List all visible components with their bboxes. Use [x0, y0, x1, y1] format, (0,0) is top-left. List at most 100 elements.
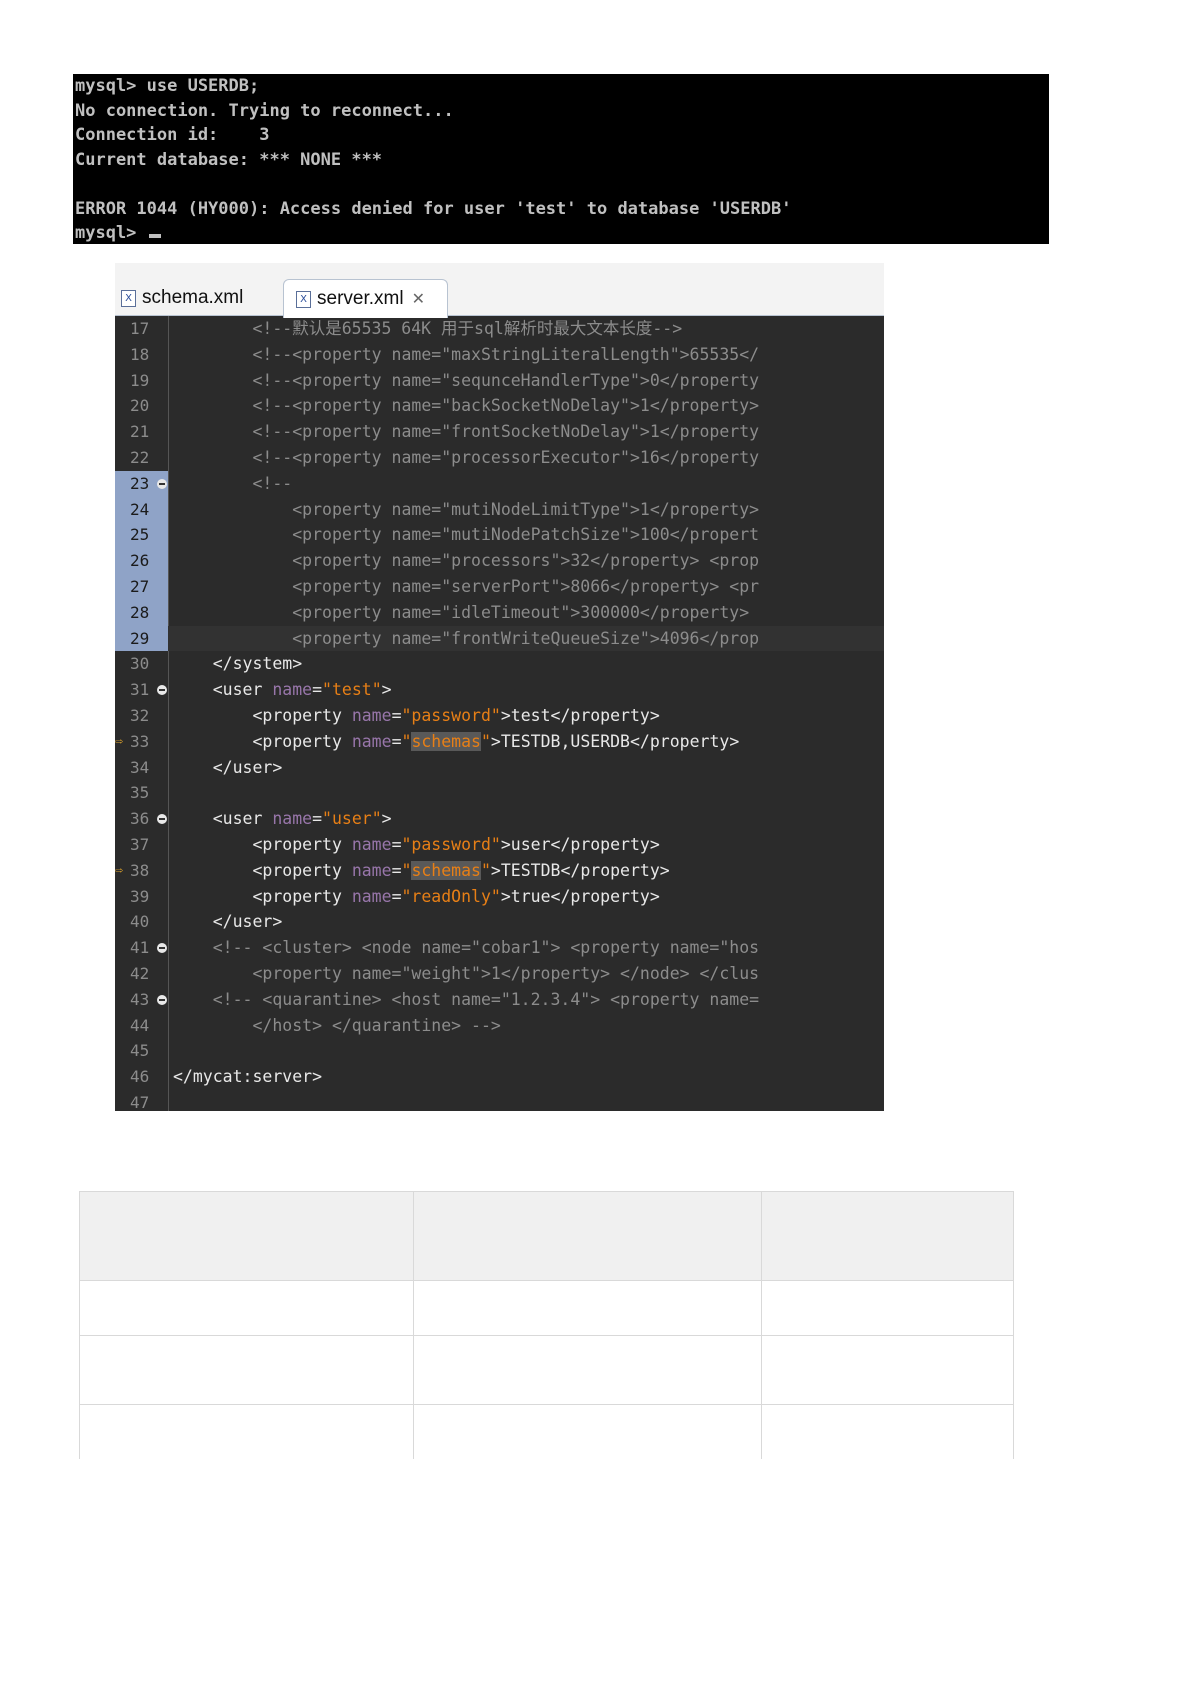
- close-tab-icon[interactable]: ✕: [412, 289, 425, 309]
- code-line[interactable]: 40 </user>: [115, 909, 884, 935]
- line-number: 19: [130, 370, 150, 390]
- table-cell: [761, 1280, 1014, 1336]
- code-token: </system>: [173, 654, 303, 674]
- code-line[interactable]: 26 <property name="processors">32</prope…: [115, 548, 884, 574]
- code-text: <property name="mutiNodeLimitType">1</pr…: [173, 497, 759, 523]
- code-text: <property name="readOnly">true</property…: [173, 884, 659, 910]
- code-line[interactable]: 45: [115, 1038, 884, 1064]
- collapse-fold-icon[interactable]: [157, 994, 167, 1005]
- code-line[interactable]: 24 <property name="mutiNodeLimitType">1<…: [115, 496, 884, 523]
- terminal-line: No connection. Trying to reconnect...: [75, 100, 454, 121]
- code-token: </user>: [173, 912, 283, 932]
- code-line[interactable]: 37 <property name="password">user</prope…: [115, 832, 884, 858]
- code-token: name: [351, 886, 392, 906]
- line-number: 47: [130, 1092, 150, 1111]
- code-text: <property name="mutiNodePatchSize">100</…: [173, 522, 759, 548]
- code-line[interactable]: 33 ⇨ <property name="schemas">TESTDB,USER…: [115, 729, 884, 755]
- code-token: =: [312, 809, 323, 829]
- code-line[interactable]: 43 <!-- <quarantine> <host name="1.2.3.4…: [115, 987, 884, 1013]
- table-header-row: [79, 1191, 1014, 1281]
- code-token: </mycat:server>: [173, 1067, 323, 1087]
- code-line[interactable]: 23 <!--: [115, 470, 884, 497]
- terminal-prompt-line[interactable]: mysql>: [75, 221, 1047, 246]
- code-line[interactable]: 42 <property name="weight">1</property> …: [115, 961, 884, 987]
- code-line[interactable]: 19 <!--<property name="sequnceHandlerTyp…: [115, 368, 884, 394]
- tab-server-xml[interactable]: X server.xml ✕: [283, 279, 448, 318]
- code-token: =: [312, 680, 323, 700]
- line-number: 37: [130, 834, 150, 854]
- code-line[interactable]: 39 <property name="readOnly">true</prope…: [115, 884, 884, 910]
- code-token: <property name="processors">32</property…: [173, 551, 760, 571]
- code-token: <property: [173, 834, 352, 854]
- code-line[interactable]: 35: [115, 780, 884, 806]
- code-line[interactable]: 20 <!--<property name="backSocketNoDelay…: [115, 393, 884, 419]
- table-row: [79, 1280, 1014, 1336]
- code-text: <!--<property name="processorExecutor">1…: [173, 445, 759, 471]
- code-line[interactable]: 32 <property name="password">test</prope…: [115, 703, 884, 729]
- code-token: ": [480, 860, 491, 880]
- code-line[interactable]: 22 <!--<property name="processorExecutor…: [115, 445, 884, 471]
- table-cell: [413, 1335, 762, 1405]
- code-line[interactable]: 30 </system>: [115, 651, 884, 677]
- tab-label: schema.xml: [142, 287, 244, 308]
- line-number: 35: [130, 783, 150, 803]
- code-text: <property name="frontWriteQueueSize">409…: [173, 626, 759, 652]
- code-line[interactable]: 34 </user>: [115, 755, 884, 781]
- code-token: name: [351, 860, 392, 880]
- terminal-line: Current database: *** NONE ***: [75, 149, 383, 170]
- code-line[interactable]: 36 <user name="user">: [115, 806, 884, 832]
- terminal-line: Connection id: 3: [75, 125, 270, 145]
- code-line[interactable]: 47: [115, 1090, 884, 1111]
- code-line[interactable]: 41 <!-- <cluster> <node name="cobar1"> <…: [115, 935, 884, 961]
- line-number: 24: [115, 496, 168, 523]
- code-token: <user: [173, 680, 273, 700]
- terminal-prompt: mysql>: [75, 223, 147, 243]
- code-token: name: [351, 834, 392, 854]
- tab-label: server.xml: [317, 288, 404, 309]
- line-number: 45: [130, 1041, 150, 1061]
- code-line[interactable]: 28 <property name="idleTimeout">300000</…: [115, 599, 884, 626]
- code-token: "password": [401, 705, 501, 725]
- code-token: "test": [322, 680, 382, 700]
- line-number: 21: [130, 422, 150, 442]
- line-number: 46: [130, 1067, 150, 1087]
- code-token: ": [401, 860, 412, 880]
- code-area[interactable]: 17 <!--默认是65535 64K 用于sql解析时最大文本长度--> 18 …: [115, 316, 884, 1111]
- line-number: 22: [130, 447, 150, 467]
- terminal-cursor: [148, 234, 161, 238]
- code-line[interactable]: 38 ⇨ <property name="schemas">TESTDB</pro…: [115, 858, 884, 884]
- code-line[interactable]: 46 </mycat:server>: [115, 1064, 884, 1090]
- table-cell: [761, 1335, 1014, 1405]
- code-token: name: [272, 680, 313, 700]
- code-line[interactable]: 18 <!--<property name="maxStringLiteralL…: [115, 342, 884, 368]
- code-line[interactable]: 21 <!--<property name="frontSocketNoDela…: [115, 419, 884, 445]
- line-number: 20: [130, 396, 150, 416]
- code-token: <user: [173, 809, 273, 829]
- code-line[interactable]: 31 <user name="test">: [115, 677, 884, 703]
- code-token: <property: [173, 886, 352, 906]
- code-line[interactable]: 27 <property name="serverPort">8066</pro…: [115, 573, 884, 600]
- line-number: 25: [115, 522, 168, 549]
- code-token: >user</property>: [500, 834, 660, 854]
- code-line[interactable]: 17 <!--默认是65535 64K 用于sql解析时最大文本长度-->: [115, 316, 884, 342]
- code-token: <property: [173, 860, 352, 880]
- code-token: "password": [401, 834, 501, 854]
- collapse-fold-icon[interactable]: [157, 478, 167, 489]
- code-token: <!--<property name="maxStringLiteralLeng…: [173, 344, 760, 364]
- code-text: <!--: [173, 471, 292, 497]
- code-line[interactable]: 25 <property name="mutiNodePatchSize">10…: [115, 522, 884, 549]
- table-cell: [761, 1404, 1014, 1459]
- tab-schema-xml[interactable]: X schema.xml: [117, 280, 243, 316]
- code-token: <!--<property name="sequnceHandlerType">…: [173, 370, 760, 390]
- xml-file-icon: X: [121, 289, 136, 307]
- code-token: =: [391, 731, 402, 751]
- code-token: <property name="weight">1</property> </n…: [173, 963, 760, 983]
- code-text: <!--默认是65535 64K 用于sql解析时最大文本长度-->: [173, 316, 682, 342]
- code-text: <!--<property name="backSocketNoDelay">1…: [173, 393, 759, 419]
- code-line[interactable]: 44 </host> </quarantine> -->: [115, 1013, 884, 1039]
- code-token: =: [391, 834, 402, 854]
- code-line[interactable]: 29 <property name="frontWriteQueueSize">…: [115, 625, 884, 652]
- code-text: <user name="test">: [173, 677, 392, 703]
- table-row: [79, 1335, 1014, 1405]
- table-cell: [79, 1280, 414, 1336]
